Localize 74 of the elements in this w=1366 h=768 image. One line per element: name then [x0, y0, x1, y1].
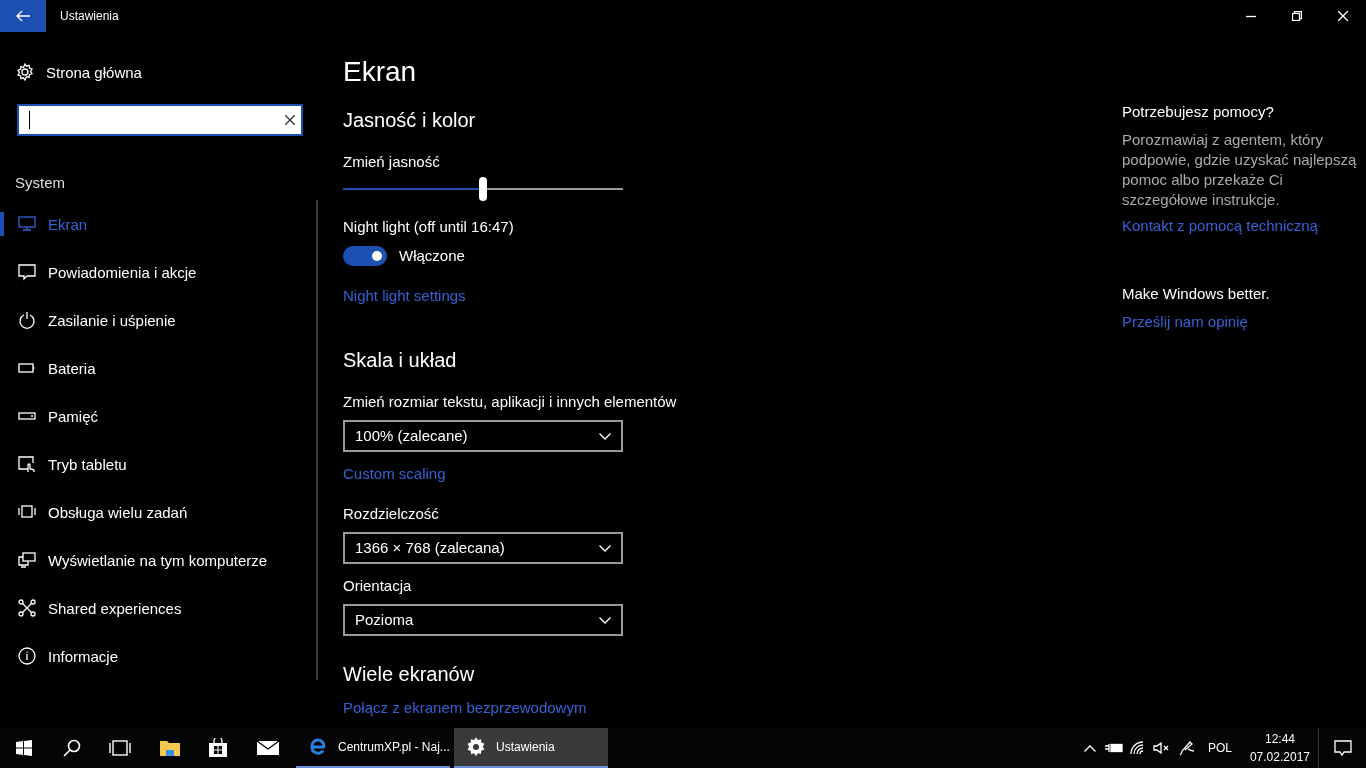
scale-dropdown[interactable]: 100% (zalecane): [343, 420, 623, 452]
dropdown-label: Orientacja: [343, 576, 412, 596]
browser-e-icon: [308, 737, 328, 757]
window-title: Ustawienia: [60, 9, 120, 23]
page-title: Ekran: [343, 55, 417, 89]
nav-item[interactable]: Zasilanie i uśpienie: [0, 296, 316, 344]
nav-item[interactable]: Pamięć: [0, 392, 316, 440]
slider-label: Zmień jasność: [343, 152, 440, 172]
clock-date: 07.02.2017: [1249, 749, 1310, 766]
slider-thumb[interactable]: [479, 177, 487, 201]
back-button[interactable]: [0, 0, 46, 32]
clock[interactable]: 12:44 07.02.2017: [1241, 728, 1318, 768]
info-icon: [18, 647, 36, 665]
nav-item[interactable]: Shared experiences: [0, 584, 316, 632]
nav-item[interactable]: Bateria: [0, 344, 316, 392]
dropdown-label: Rozdzielczość: [343, 504, 439, 524]
taskbar-app[interactable]: CentrumXP.pl - Naj...: [296, 728, 450, 768]
search-icon: [63, 739, 81, 757]
back-arrow-icon: [16, 10, 30, 22]
tablet-touch-icon: [18, 455, 36, 473]
speech-bubble-icon: [18, 263, 36, 281]
settings-link[interactable]: Połącz z ekranem bezprzewodowym: [343, 698, 587, 718]
support-link[interactable]: Kontakt z pomocą techniczną: [1122, 216, 1318, 236]
nav-item[interactable]: Obsługa wielu zadań: [0, 488, 316, 536]
nav-item[interactable]: Wyświetlanie na tym komputerze: [0, 536, 316, 584]
feedback-heading: Make Windows better.: [1122, 284, 1270, 304]
toggle-switch[interactable]: [343, 246, 387, 266]
speaker-muted-icon: [1152, 742, 1171, 754]
toggle-label: Night light (off until 16:47): [343, 217, 514, 237]
section-label: System: [15, 173, 66, 193]
help-text: Porozmawiaj z agentem, który podpowie, gdzie uzyskać najlepszą pomoc albo przekaże Ci szczegółowe instrukcje.: [1122, 130, 1358, 210]
taskbar-app[interactable]: Ustawienia: [454, 728, 608, 768]
battery-plug-icon: [1104, 742, 1123, 754]
dropdown-label: Zmień rozmiar tekstu, aplikacji i innych elementów: [343, 392, 677, 412]
maximize-icon: [1292, 11, 1302, 21]
window-stack-icon: [18, 503, 36, 521]
chevron-down-icon: [599, 432, 611, 440]
wifi-icon: [1129, 741, 1146, 755]
gear-icon: [16, 63, 34, 81]
settings-link[interactable]: Custom scaling: [343, 464, 446, 484]
nav-item[interactable]: Ekran: [0, 200, 316, 248]
nav-item[interactable]: Tryb tabletu: [0, 440, 316, 488]
home-link[interactable]: Strona główna: [16, 60, 142, 84]
chevron-down-icon: [599, 544, 611, 552]
close-icon: [1338, 11, 1348, 21]
brightness-slider[interactable]: [343, 177, 623, 201]
resolution-dropdown[interactable]: 1366 × 768 (zalecana): [343, 532, 623, 564]
network-nodes-icon: [18, 599, 36, 617]
envelope-icon: [256, 740, 280, 756]
toggle-state: Włączone: [399, 246, 465, 266]
clock-time: 12:44: [1264, 731, 1295, 748]
task-view-icon: [109, 740, 131, 756]
monitor-icon: [18, 215, 36, 233]
gear-icon: [466, 737, 486, 757]
feedback-link[interactable]: Prześlij nam opinię: [1122, 312, 1248, 332]
search-field[interactable]: [17, 104, 303, 136]
folder-icon: [159, 739, 181, 757]
windows-logo-icon: [16, 740, 32, 756]
power-icon: [18, 311, 36, 329]
language-indicator[interactable]: POL: [1197, 728, 1242, 768]
speech-bubble-icon: [1333, 740, 1352, 756]
help-heading: Potrzebujesz pomocy?: [1122, 102, 1274, 122]
settings-link[interactable]: Night light settings: [343, 286, 466, 306]
nav-item[interactable]: Powiadomienia i akcje: [0, 248, 316, 296]
clear-icon[interactable]: [285, 115, 295, 125]
section-heading: Skala i układ: [343, 348, 457, 373]
screens-icon: [18, 551, 36, 569]
section-heading: Jasność i kolor: [343, 108, 476, 133]
shopping-bag-icon: [208, 738, 228, 758]
orientation-dropdown[interactable]: Pozioma: [343, 604, 623, 636]
section-heading: Wiele ekranów: [343, 662, 475, 687]
chevron-up-icon: [1083, 744, 1096, 752]
nav-item[interactable]: Informacje: [0, 632, 316, 680]
chevron-down-icon: [599, 616, 611, 624]
